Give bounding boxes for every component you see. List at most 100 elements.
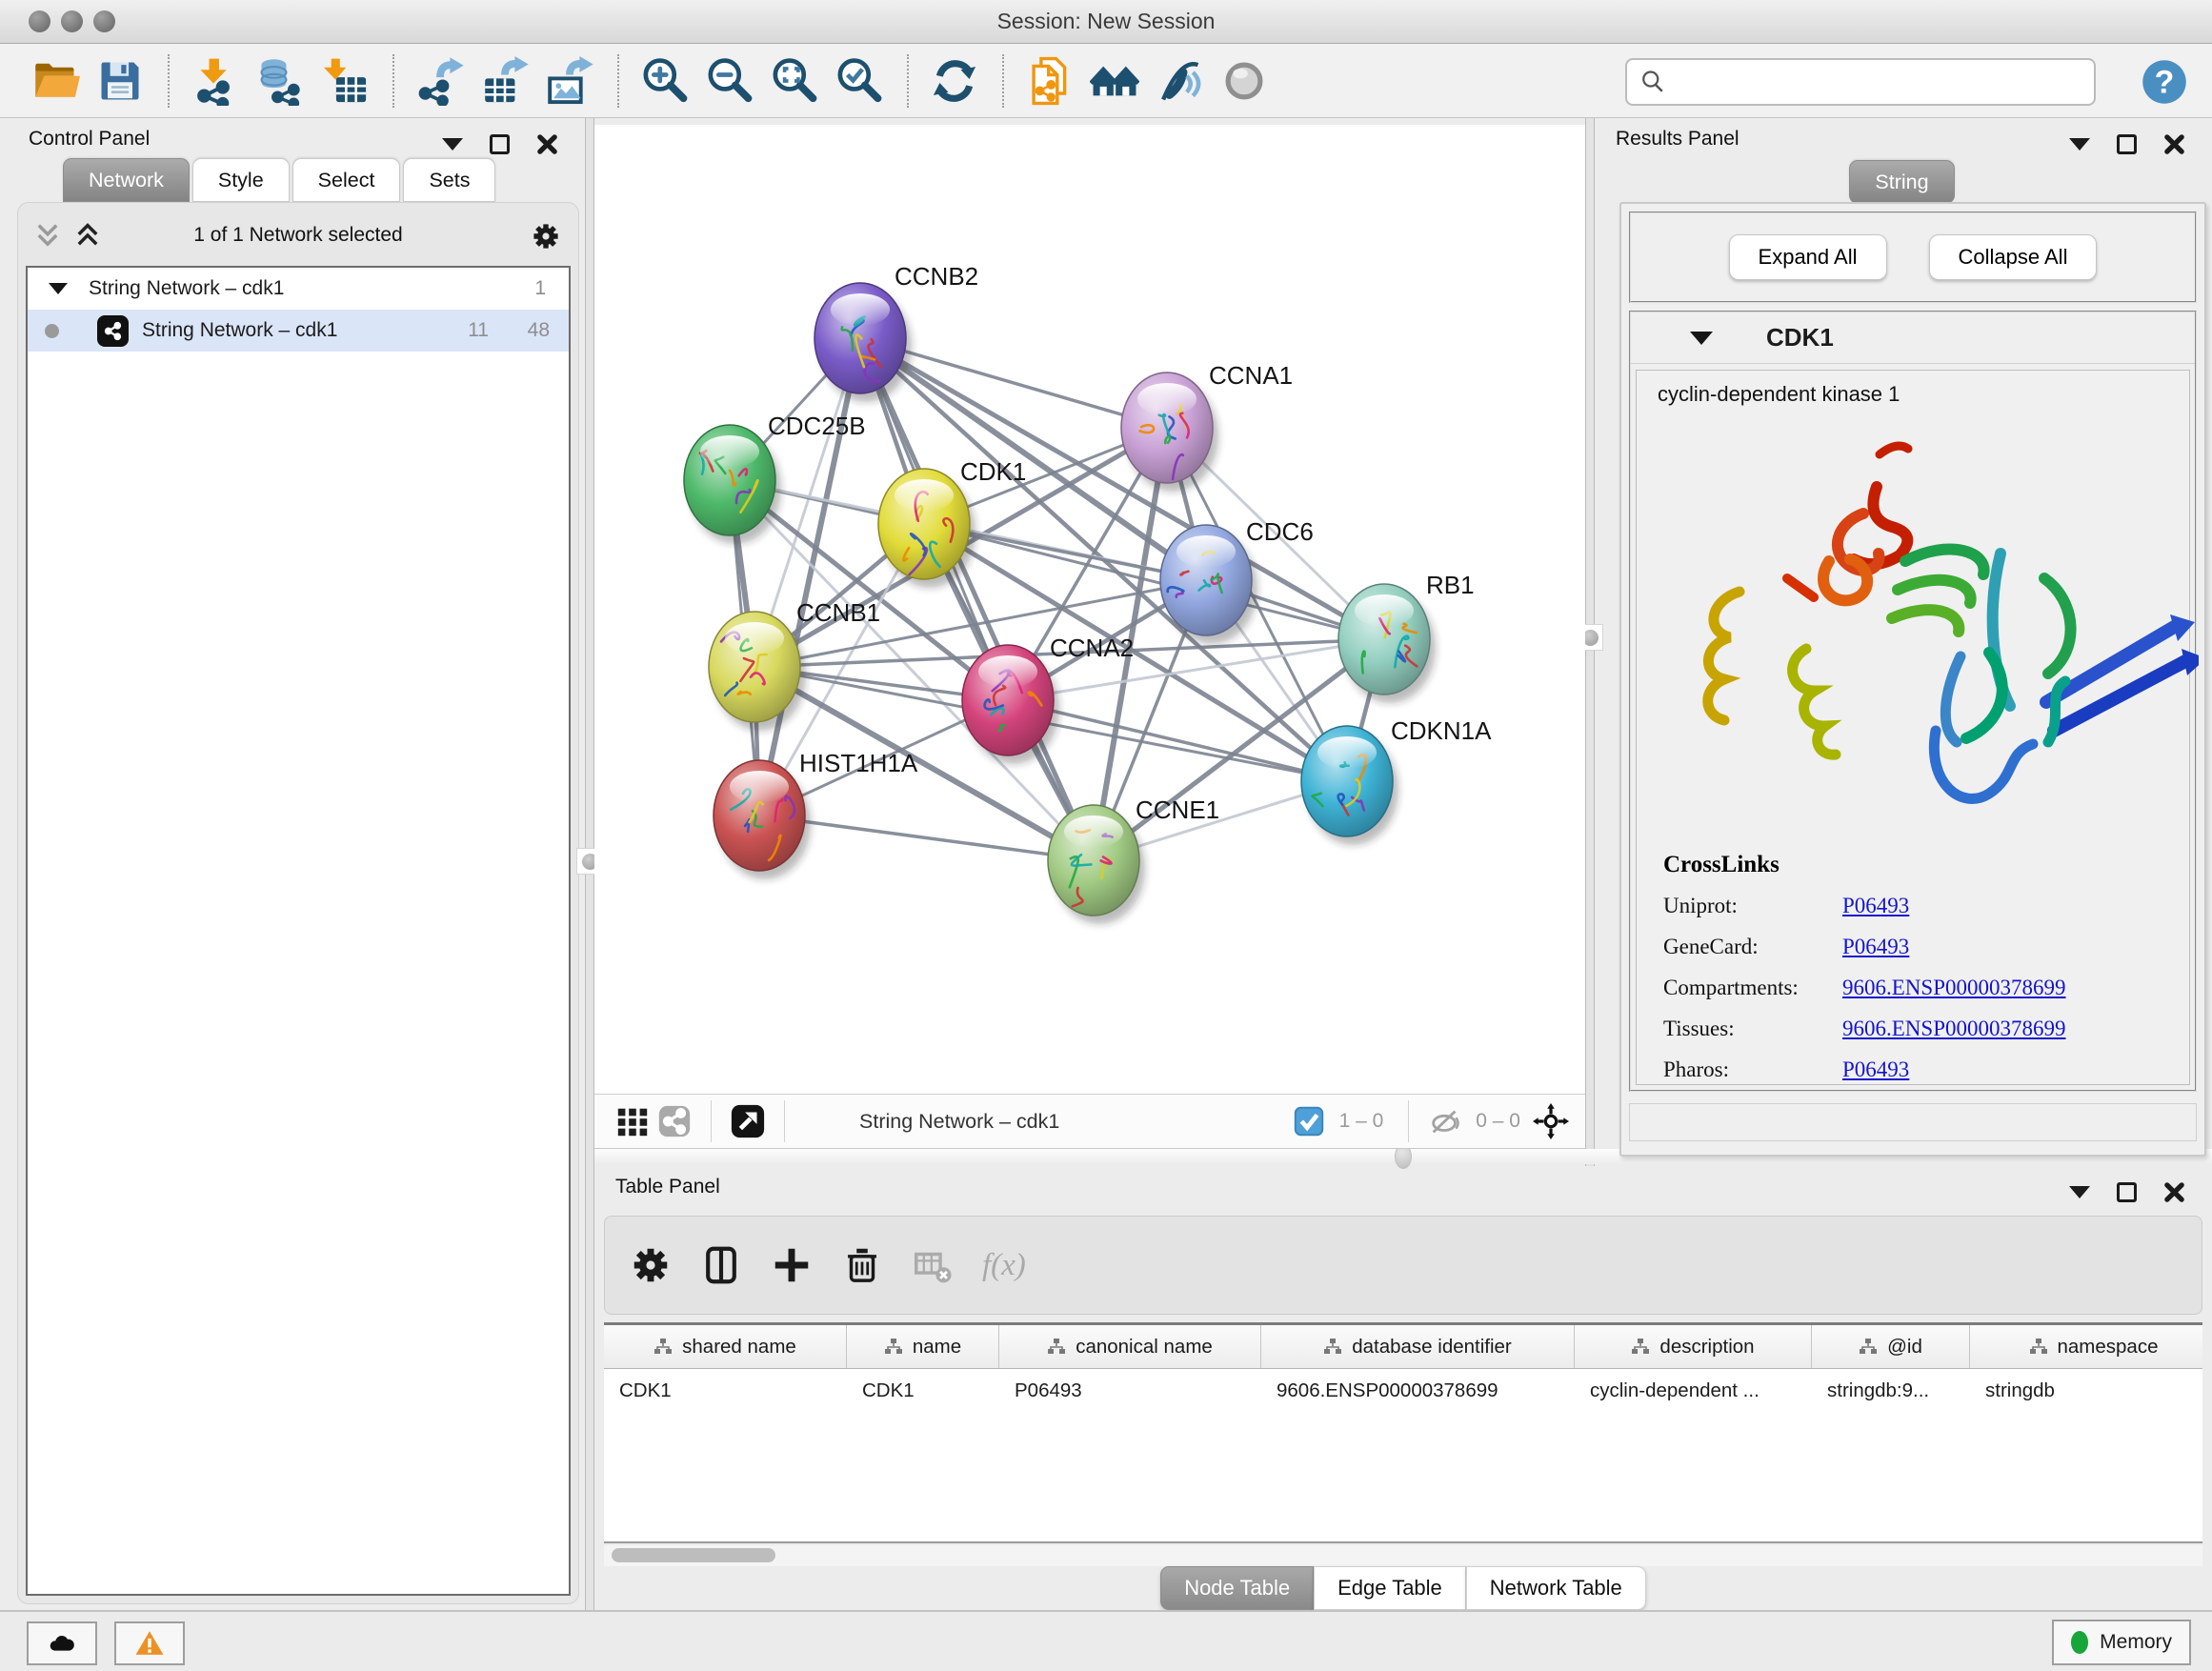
- network-collection-row[interactable]: String Network – cdk1 1: [28, 268, 569, 310]
- column-header--id[interactable]: @id: [1812, 1325, 1970, 1368]
- column-header-shared-name[interactable]: shared name: [604, 1325, 847, 1368]
- string-document-icon[interactable]: [1023, 53, 1076, 109]
- pan-crosshair-icon[interactable]: [1530, 1100, 1572, 1142]
- network-node-CCNA1[interactable]: [1121, 372, 1218, 492]
- zoom-out-icon[interactable]: [703, 53, 756, 109]
- zoom-fit-icon[interactable]: [768, 53, 821, 109]
- results-panel-float-icon[interactable]: [2117, 134, 2137, 154]
- tab-edge-table[interactable]: Edge Table: [1314, 1566, 1466, 1610]
- import-table-icon[interactable]: [318, 53, 372, 109]
- birds-eye-view-icon[interactable]: [727, 1100, 769, 1142]
- network-row[interactable]: String Network – cdk1 11 48: [28, 310, 569, 352]
- table-panel-close-icon[interactable]: [2163, 1181, 2185, 1203]
- results-scroll-strip[interactable]: [1629, 1103, 2197, 1141]
- table-cell[interactable]: stringdb: [1970, 1369, 2202, 1413]
- network-node-CCNA2[interactable]: [962, 645, 1059, 764]
- right-splitter[interactable]: [1585, 118, 1595, 1166]
- control-panel-close-icon[interactable]: [536, 133, 558, 155]
- refresh-icon[interactable]: [928, 53, 981, 109]
- column-header-namespace[interactable]: namespace: [1970, 1325, 2202, 1368]
- tab-network[interactable]: Network: [63, 158, 190, 202]
- table-cell[interactable]: stringdb:9...: [1812, 1369, 1970, 1413]
- table-hscrollbar[interactable]: [604, 1545, 2202, 1566]
- hide-glyph-icon[interactable]: [1153, 53, 1206, 109]
- warning-button[interactable]: [114, 1621, 185, 1665]
- network-node-CDKN1A[interactable]: [1301, 726, 1398, 845]
- crosslink-value-link[interactable]: P06493: [1842, 935, 1909, 959]
- table-cell[interactable]: CDK1: [847, 1369, 999, 1413]
- table-cell[interactable]: P06493: [999, 1369, 1261, 1413]
- sphere-icon[interactable]: [1217, 53, 1271, 109]
- search-input[interactable]: [1675, 63, 2094, 101]
- table-cell[interactable]: cyclin-dependent ...: [1575, 1369, 1812, 1413]
- gene-disclosure-icon[interactable]: [1690, 332, 1713, 345]
- network-node-CCNE1[interactable]: [1048, 805, 1145, 924]
- table-panel-collapse-icon[interactable]: [2069, 1186, 2090, 1198]
- tab-select[interactable]: Select: [292, 158, 401, 202]
- control-panel-float-icon[interactable]: [490, 134, 510, 154]
- cloud-button[interactable]: [27, 1621, 97, 1665]
- network-share-icon[interactable]: [654, 1100, 695, 1142]
- zoom-in-icon[interactable]: [638, 53, 692, 109]
- network-options-gear-icon[interactable]: [529, 219, 563, 253]
- network-node-CDC25B[interactable]: [684, 425, 781, 544]
- network-canvas[interactable]: CCNB2CCNA1CDC25BCDK1CDC6RB1CCNB1CCNA2CDK…: [594, 125, 1585, 1094]
- tab-network-table[interactable]: Network Table: [1466, 1566, 1646, 1610]
- zoom-selected-icon[interactable]: [833, 53, 886, 109]
- open-session-icon[interactable]: [29, 53, 82, 109]
- control-panel-collapse-icon[interactable]: [442, 138, 463, 151]
- create-column-icon[interactable]: [765, 1238, 818, 1292]
- expand-all-button[interactable]: Expand All: [1729, 234, 1887, 280]
- gene-header-row[interactable]: CDK1: [1631, 312, 2195, 364]
- export-table-icon[interactable]: [478, 53, 532, 109]
- selected-checkbox-icon[interactable]: [1288, 1100, 1330, 1142]
- crosslink-value-link[interactable]: 9606.ENSP00000378699: [1842, 976, 2066, 1000]
- function-builder-button[interactable]: f(x): [982, 1248, 1026, 1283]
- table-cell[interactable]: CDK1: [604, 1369, 847, 1413]
- network-node-RB1[interactable]: [1338, 584, 1436, 703]
- column-header-name[interactable]: name: [847, 1325, 999, 1368]
- help-button[interactable]: ?: [2140, 57, 2189, 107]
- network-view-toolbar: String Network – cdk1 1 – 0 0 – 0: [594, 1094, 1585, 1149]
- tab-string[interactable]: String: [1849, 160, 1954, 204]
- string-results-container: Expand All Collapse All CDK1 cyclin-depe…: [1619, 202, 2206, 1157]
- grid-view-icon[interactable]: [612, 1100, 654, 1142]
- tab-style[interactable]: Style: [192, 158, 290, 202]
- network-node-CCNB2[interactable]: [814, 283, 912, 402]
- control-panel-title: Control Panel: [29, 128, 150, 151]
- crosslink-value-link[interactable]: 9606.ENSP00000378699: [1842, 1017, 2066, 1041]
- home-icon[interactable]: [1088, 53, 1141, 109]
- table-options-gear-icon[interactable]: [624, 1238, 677, 1292]
- delete-column-icon[interactable]: [835, 1238, 889, 1292]
- network-node-HIST1H1A[interactable]: [714, 760, 811, 879]
- table-panel-float-icon[interactable]: [2117, 1182, 2137, 1202]
- import-network-icon[interactable]: [189, 53, 242, 109]
- network-node-CCNB1[interactable]: [709, 612, 806, 731]
- network-node-CDK1[interactable]: [878, 469, 975, 588]
- import-network-from-database-icon[interactable]: [253, 53, 307, 109]
- node-label-CCNA2: CCNA2: [1050, 634, 1134, 662]
- tab-node-table[interactable]: Node Table: [1160, 1566, 1314, 1610]
- crosslink-value-link[interactable]: P06493: [1842, 894, 1909, 918]
- table-hscrollbar-thumb[interactable]: [612, 1548, 775, 1562]
- crosslink-value-link[interactable]: P06493: [1842, 1057, 1909, 1082]
- results-panel-collapse-icon[interactable]: [2069, 138, 2090, 151]
- export-network-icon[interactable]: [413, 53, 467, 109]
- hidden-eye-icon[interactable]: [1424, 1100, 1466, 1142]
- column-header-description[interactable]: description: [1575, 1325, 1812, 1368]
- left-splitter[interactable]: [585, 118, 594, 1610]
- show-columns-icon[interactable]: [694, 1238, 748, 1292]
- delete-table-icon[interactable]: [906, 1238, 959, 1292]
- export-image-icon[interactable]: [543, 53, 596, 109]
- column-header-canonical-name[interactable]: canonical name: [999, 1325, 1261, 1368]
- table-cell[interactable]: 9606.ENSP00000378699: [1261, 1369, 1575, 1413]
- memory-button[interactable]: Memory: [2052, 1620, 2191, 1665]
- tab-sets[interactable]: Sets: [403, 158, 495, 202]
- network-edge[interactable]: [759, 338, 860, 815]
- column-header-database-identifier[interactable]: database identifier: [1261, 1325, 1575, 1368]
- results-panel-close-icon[interactable]: [2163, 133, 2185, 155]
- table-row[interactable]: CDK1CDK1P064939606.ENSP00000378699cyclin…: [604, 1369, 2202, 1413]
- save-session-icon[interactable]: [93, 53, 147, 109]
- collapse-all-button[interactable]: Collapse All: [1929, 234, 2098, 280]
- collection-disclosure-icon[interactable]: [49, 283, 68, 294]
